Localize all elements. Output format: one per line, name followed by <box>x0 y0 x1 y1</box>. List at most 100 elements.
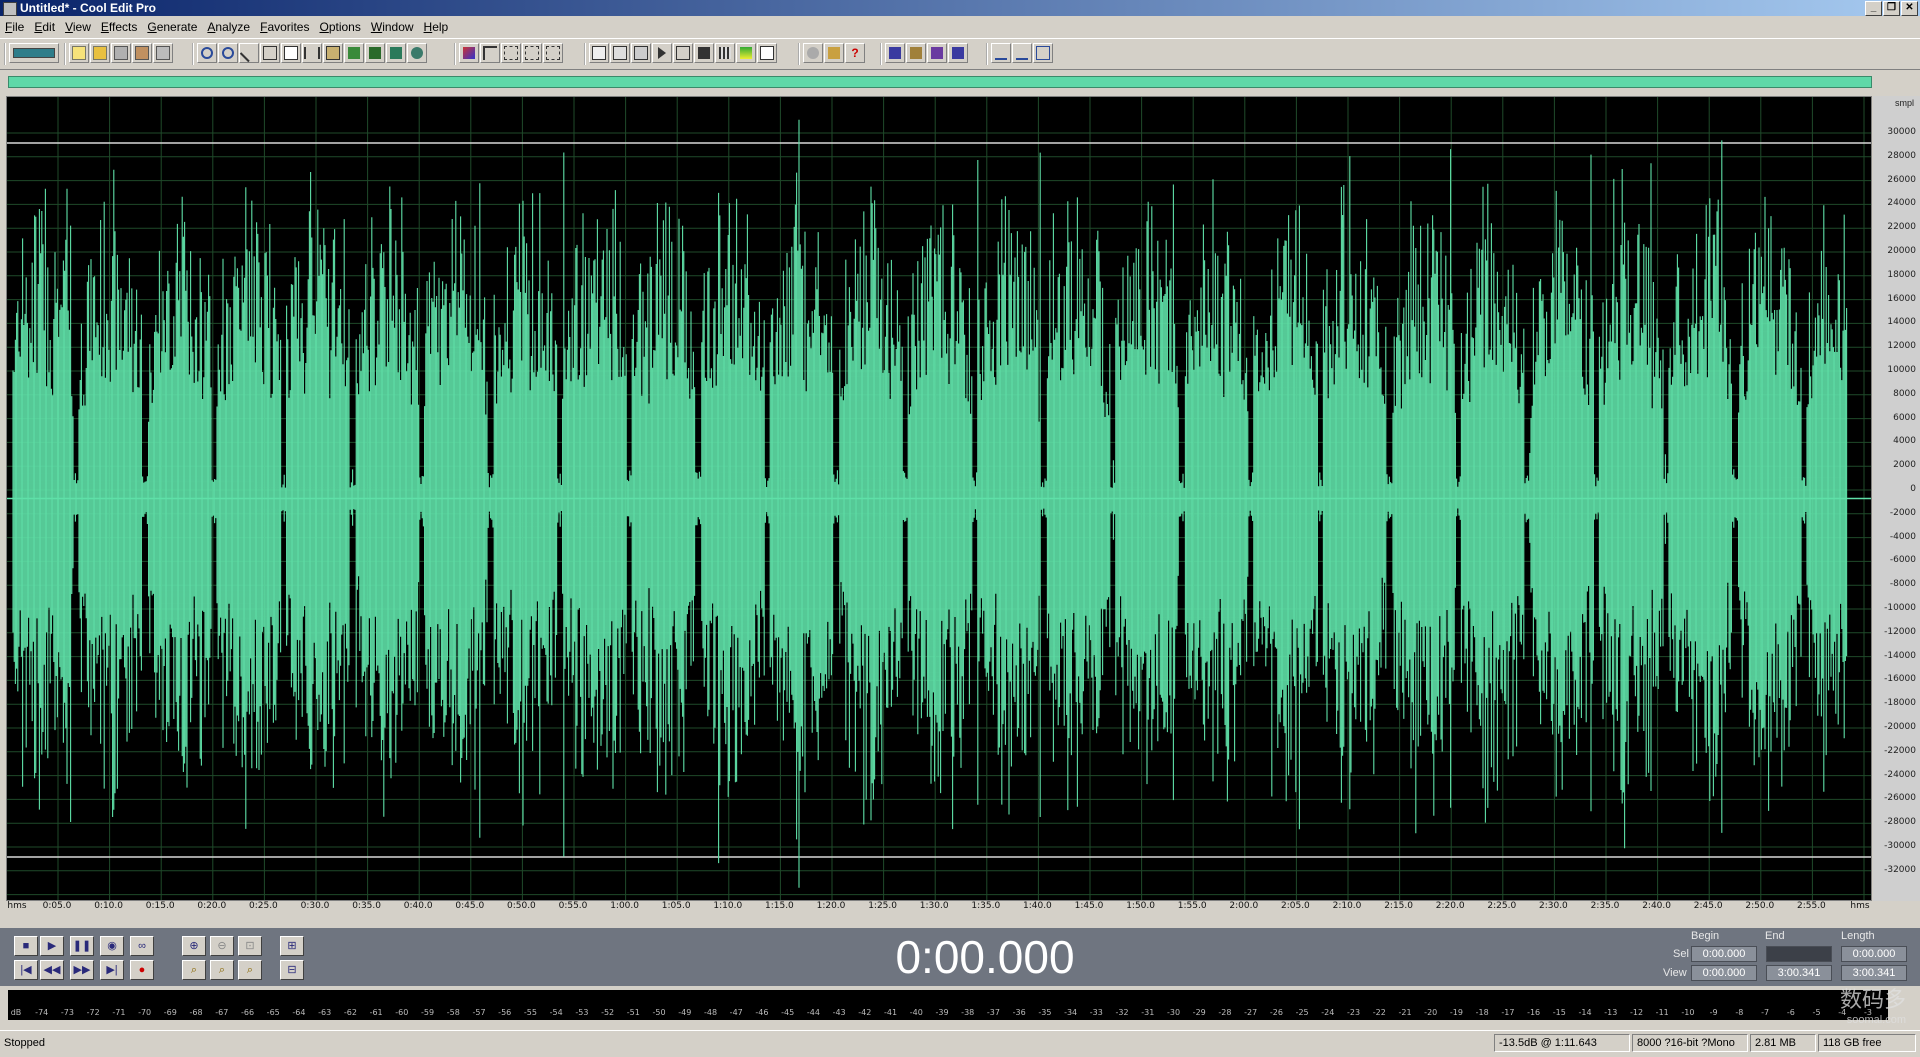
time-tick-label: 2:55.0 <box>1796 901 1826 911</box>
menu-file[interactable]: File <box>0 20 29 34</box>
grid-button[interactable] <box>522 43 542 63</box>
list-icon <box>592 46 606 60</box>
effect-1-button[interactable] <box>885 43 905 63</box>
markers-button[interactable] <box>543 43 563 63</box>
watermark-text: 数码多 <box>1839 987 1906 1012</box>
meter-tick-label: -41 <box>884 1008 898 1017</box>
new-file-button[interactable] <box>69 43 89 63</box>
zoom-out-vertical-button[interactable]: ⊟ <box>280 960 304 980</box>
play-window-button[interactable] <box>652 43 672 63</box>
menu-help[interactable]: Help <box>419 20 454 34</box>
save-all-button[interactable] <box>132 43 152 63</box>
menu-effects[interactable]: Effects <box>96 20 142 34</box>
fast-forward-button[interactable]: ▶▶ <box>70 960 94 980</box>
trim-button[interactable] <box>239 43 259 63</box>
meter-tick-label: -61 <box>369 1008 383 1017</box>
menu-edit[interactable]: Edit <box>29 20 60 34</box>
paste-new-button[interactable] <box>344 43 364 63</box>
zoom-out-button[interactable]: ⊖ <box>210 936 234 956</box>
crop-button[interactable] <box>386 43 406 63</box>
view-end-field[interactable]: 3:00.341 <box>1766 965 1832 981</box>
zoom-to-right-button[interactable]: ⌕ <box>210 960 234 980</box>
stop-button[interactable]: ■ <box>14 936 38 956</box>
go-to-end-button[interactable]: ▶| <box>100 960 124 980</box>
meter-tick-label: -13 <box>1604 1008 1618 1017</box>
save-button[interactable] <box>111 43 131 63</box>
view-label: View <box>1663 967 1687 979</box>
frequency-analysis-button[interactable] <box>991 43 1011 63</box>
menu-options[interactable]: Options <box>314 20 365 34</box>
zoom-in-button[interactable]: ⊕ <box>182 936 206 956</box>
mix-paste-button[interactable] <box>365 43 385 63</box>
level-meters-button[interactable] <box>715 43 735 63</box>
record-button[interactable]: ● <box>130 960 154 980</box>
toolbar: ? <box>0 38 1920 70</box>
time-tick-label: 0:45.0 <box>455 901 485 911</box>
undo-button[interactable] <box>197 43 217 63</box>
undo-icon <box>201 47 213 59</box>
help-button[interactable]: ? <box>845 43 865 63</box>
time-window-button[interactable] <box>694 43 714 63</box>
view-length-field[interactable]: 3:00.341 <box>1841 965 1907 981</box>
pause-button[interactable]: ❚❚ <box>70 936 94 956</box>
menu-window[interactable]: Window <box>366 20 419 34</box>
menu-analyze[interactable]: Analyze <box>202 20 255 34</box>
open-file-button[interactable] <box>90 43 110 63</box>
close-button[interactable]: ✕ <box>1901 1 1918 16</box>
rewind-button[interactable]: ◀◀ <box>40 960 64 980</box>
play-button[interactable]: ▶ <box>40 936 64 956</box>
zoom-to-left-button[interactable]: ⌕ <box>182 960 206 980</box>
time-ruler[interactable]: hms hms 0:05.0 0:10.0 0:15.0 0:20.0 0:25.0 0:… <box>0 901 1920 914</box>
minimize-button[interactable]: _ <box>1865 1 1882 16</box>
statistics-button[interactable] <box>1033 43 1053 63</box>
copy-new-button[interactable] <box>260 43 280 63</box>
floppy-icon <box>114 46 128 60</box>
amplitude-unit-label: smpl <box>1894 98 1914 108</box>
blank-window-button[interactable] <box>757 43 777 63</box>
go-to-beginning-button[interactable]: |◀ <box>14 960 38 980</box>
envelope-button[interactable] <box>480 43 500 63</box>
amplitude-tick-label: -30000 <box>1884 841 1916 851</box>
menu-generate[interactable]: Generate <box>142 20 202 34</box>
select-all-button[interactable] <box>407 43 427 63</box>
info-button[interactable] <box>631 43 651 63</box>
paste-button[interactable] <box>323 43 343 63</box>
effect-4-button[interactable] <box>948 43 968 63</box>
overview-bar[interactable] <box>8 76 1872 88</box>
menu-favorites[interactable]: Favorites <box>255 20 314 34</box>
effect-3-button[interactable] <box>927 43 947 63</box>
view-begin-field[interactable]: 0:00.000 <box>1691 965 1757 981</box>
redo-button[interactable] <box>218 43 238 63</box>
cut-button[interactable] <box>302 43 322 63</box>
playlist-button[interactable] <box>610 43 630 63</box>
waveform-canvas[interactable] <box>7 97 1871 900</box>
sel-end-field[interactable] <box>1766 946 1832 962</box>
copy-button[interactable] <box>281 43 301 63</box>
close-file-button[interactable] <box>153 43 173 63</box>
analysis-icon <box>995 46 1007 60</box>
restore-button[interactable]: ❐ <box>1883 1 1900 16</box>
menu-view[interactable]: View <box>60 20 96 34</box>
sel-length-field[interactable]: 0:00.000 <box>1841 946 1907 962</box>
time-tick-label: 1:10.0 <box>713 901 743 911</box>
waveform-display[interactable] <box>6 96 1872 901</box>
toolbar-group-windows <box>584 43 777 65</box>
loop-button[interactable]: ∞ <box>130 936 154 956</box>
zoom-out-full-button[interactable]: ⊡ <box>238 936 262 956</box>
organizer-button[interactable] <box>736 43 756 63</box>
zoom-selection-button[interactable]: ⌕ <box>238 960 262 980</box>
settings-button[interactable] <box>803 43 823 63</box>
zoom-window-button[interactable] <box>673 43 693 63</box>
script-button[interactable] <box>824 43 844 63</box>
play-to-end-button[interactable]: ◉ <box>100 936 124 956</box>
amplitude-tick-label: 0 <box>1910 484 1916 494</box>
cue-list-button[interactable] <box>589 43 609 63</box>
crop-icon <box>390 47 402 59</box>
snap-button[interactable] <box>501 43 521 63</box>
spectral-view-button[interactable] <box>459 43 479 63</box>
multitrack-toggle-button[interactable] <box>9 43 59 63</box>
phase-analysis-button[interactable] <box>1012 43 1032 63</box>
sel-begin-field[interactable]: 0:00.000 <box>1691 946 1757 962</box>
zoom-in-vertical-button[interactable]: ⊞ <box>280 936 304 956</box>
effect-2-button[interactable] <box>906 43 926 63</box>
